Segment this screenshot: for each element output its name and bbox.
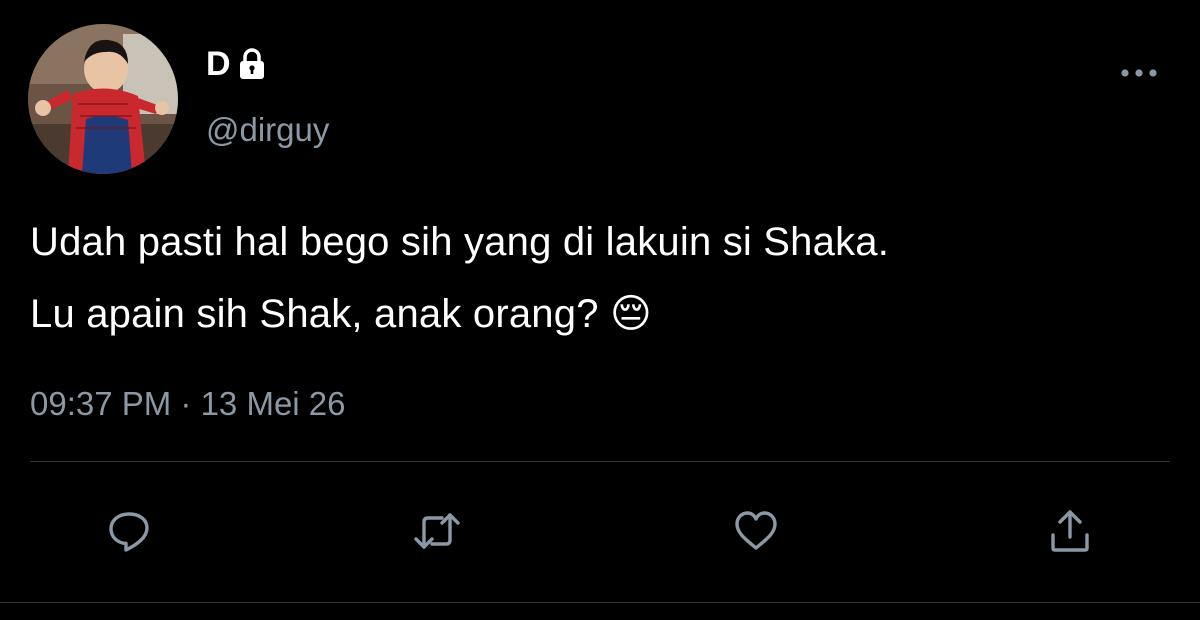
tweet-text: Udah pasti hal bego sih yang di lakuin s… xyxy=(30,206,1190,350)
more-options-icon[interactable] xyxy=(1117,60,1161,86)
avatar[interactable] xyxy=(28,24,178,174)
avatar-image xyxy=(28,24,178,174)
retweet-icon xyxy=(414,513,460,549)
tweet-card: D @dirguy Udah pasti hal bego sih yang d… xyxy=(0,0,1200,620)
divider-bottom xyxy=(0,602,1200,603)
share-icon xyxy=(1051,510,1089,552)
pensive-face-emoji: 😔 xyxy=(609,292,652,336)
author-handle[interactable]: @dirguy xyxy=(206,110,329,150)
like-button[interactable] xyxy=(730,505,782,557)
heart-icon xyxy=(735,511,777,550)
retweet-button[interactable] xyxy=(411,505,463,557)
tweet-timestamp[interactable]: 09:37 PM · 13 Mei 26 xyxy=(30,384,346,424)
reply-button[interactable] xyxy=(103,505,155,557)
tweet-text-line-2: Lu apain sih Shak, anak orang? 😔 xyxy=(30,278,1190,350)
display-name-text: D xyxy=(206,45,231,83)
divider xyxy=(30,461,1170,462)
tweet-text-line-2-text: Lu apain sih Shak, anak orang? xyxy=(30,292,599,336)
reply-icon xyxy=(109,512,149,552)
tweet-text-line-1: Udah pasti hal bego sih yang di lakuin s… xyxy=(30,220,890,264)
author-display-name[interactable]: D xyxy=(206,44,267,84)
share-button[interactable] xyxy=(1044,505,1096,557)
lock-icon xyxy=(237,47,267,81)
